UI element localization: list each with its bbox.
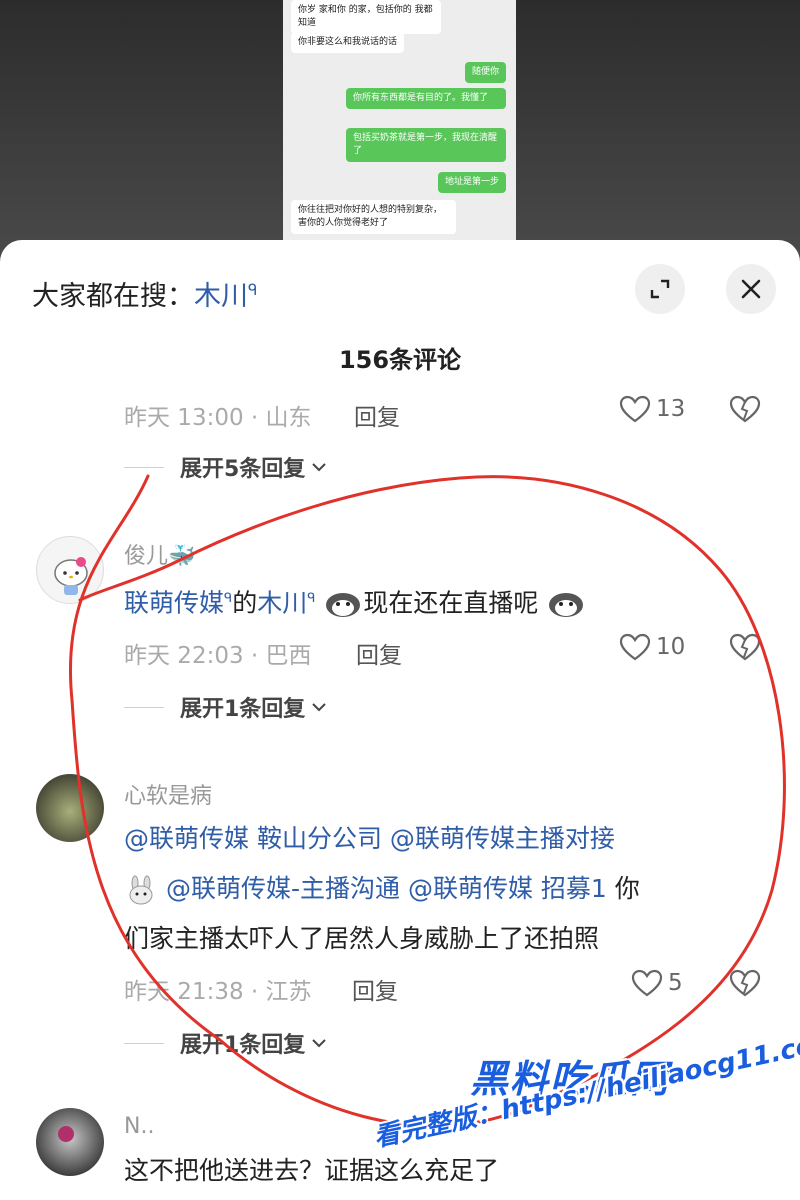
like-button[interactable]: 5 — [630, 968, 683, 998]
broken-heart-icon — [729, 633, 761, 661]
comment-line: @联萌传媒-主播沟通 @联萌传媒 招募1 你 — [124, 864, 764, 914]
rose-icon — [58, 1126, 74, 1142]
comment-text-fragment: 的 — [232, 588, 258, 618]
comment-username[interactable]: N.. — [124, 1114, 154, 1139]
comment-meta: 昨天 21:38 · 江苏 回复 5 — [124, 968, 774, 1006]
comment-time: 昨天 21:38 · 江苏 — [124, 979, 312, 1005]
close-icon — [741, 279, 761, 299]
expand-replies[interactable]: 展开1条回复 — [124, 692, 327, 722]
search-prefix: 大家都在搜： — [32, 281, 194, 312]
divider — [124, 706, 164, 708]
like-button[interactable]: 10 — [618, 632, 685, 662]
mention-link[interactable]: @联萌传媒-主播沟通 — [166, 874, 400, 903]
comment-line: @联萌传媒 鞍山分公司 @联萌传媒主播对接 — [124, 814, 764, 864]
heart-icon — [619, 633, 651, 661]
expand-replies-label: 展开1条回复 — [180, 697, 306, 722]
comment-text: 这不把他送进去？证据这么充足了 — [124, 1156, 500, 1185]
like-count: 13 — [656, 396, 686, 422]
comment-time: 昨天 13:00 · 山东 — [124, 405, 312, 431]
search-suggestion[interactable]: 大家都在搜：木川ᑫ — [32, 274, 257, 313]
avatar[interactable] — [36, 774, 104, 842]
chat-bubble: 你往往把对你好的人想的特别复杂，害你的人你觉得老好了 — [291, 200, 456, 234]
mention-link[interactable]: 联萌传媒 — [124, 588, 224, 617]
close-button[interactable] — [726, 264, 776, 314]
heart-icon — [631, 969, 663, 997]
chat-bubble: 随便你 — [464, 62, 506, 83]
chat-screenshot: 你岁 家和你 的家，包括你的 我都知道 你非要这么和我说话的话 随便你 你所有东… — [283, 0, 516, 240]
reply-button[interactable]: 回复 — [354, 398, 400, 432]
dislike-button[interactable] — [728, 632, 762, 666]
expand-icon — [650, 279, 670, 299]
reply-button[interactable]: 回复 — [356, 636, 402, 670]
broken-heart-icon — [729, 395, 761, 423]
chat-bubble: 你所有东西都是有目的了。我懂了 — [346, 88, 506, 109]
comment-username[interactable]: 心软是病 — [124, 778, 212, 810]
broken-heart-icon — [729, 969, 761, 997]
mention-link[interactable]: @联萌传媒主播对接 — [390, 824, 615, 853]
search-icon: ᑫ — [248, 281, 258, 299]
chevron-down-icon — [312, 703, 327, 712]
mention-link[interactable]: 木川 — [257, 588, 307, 617]
comment-meta: 昨天 13:00 · 山东 回复 13 — [124, 394, 774, 432]
husky-emoji-icon — [549, 593, 584, 618]
hello-kitty-avatar-icon — [54, 557, 88, 595]
heart-icon — [619, 395, 651, 423]
expand-replies[interactable]: 展开1条回复 — [124, 1028, 327, 1058]
comment-meta: 昨天 22:03 · 巴西 回复 10 — [124, 632, 774, 670]
divider — [124, 1042, 164, 1044]
chevron-down-icon — [312, 1039, 327, 1048]
search-icon: ᑫ — [307, 591, 316, 606]
comment-count: 156条评论 — [338, 346, 462, 374]
mention-link[interactable]: @联萌传媒 招募1 — [408, 874, 607, 903]
reply-button[interactable]: 回复 — [352, 972, 398, 1006]
comment-time: 昨天 22:03 · 巴西 — [124, 643, 312, 669]
like-button[interactable]: 13 — [618, 394, 685, 424]
like-count: 10 — [656, 634, 686, 660]
avatar[interactable] — [36, 536, 104, 604]
chat-bubble: 包括买奶茶就是第一步，我现在清醒了 — [346, 128, 506, 162]
expand-replies-label: 展开5条回复 — [180, 457, 306, 482]
search-icon: ᑫ — [224, 591, 233, 606]
comment-text-fragment: 现在还在直播呢 — [363, 588, 539, 618]
comment-text-fragment: 你 — [614, 874, 640, 903]
comment-line: 们家主播太吓人了居然人身威胁上了还拍照 — [124, 924, 600, 953]
expand-replies-label: 展开1条回复 — [180, 1033, 306, 1058]
dislike-button[interactable] — [728, 968, 762, 1002]
search-keyword[interactable]: 木川 — [194, 281, 248, 312]
mention-link[interactable]: @联萌传媒 鞍山分公司 — [124, 824, 382, 853]
expand-button[interactable] — [635, 264, 685, 314]
comment-text: 联萌传媒ᑫ的木川ᑫ 现在还在直播呢 — [124, 574, 764, 628]
divider — [124, 466, 164, 468]
avatar[interactable] — [36, 1108, 104, 1176]
expand-replies[interactable]: 展开5条回复 — [124, 452, 327, 482]
chat-bubble: 你非要这么和我说话的话 — [291, 32, 405, 53]
dislike-button[interactable] — [728, 394, 762, 428]
husky-emoji-icon — [326, 593, 361, 618]
chevron-down-icon — [312, 463, 327, 472]
chat-bubble: 你岁 家和你 的家，包括你的 我都知道 — [291, 0, 441, 34]
comment-text: @联萌传媒 鞍山分公司 @联萌传媒主播对接 @联萌传媒-主播沟通 @联萌传媒 招… — [124, 814, 764, 964]
video-background[interactable]: 你岁 家和你 的家，包括你的 我都知道 你非要这么和我说话的话 随便你 你所有东… — [0, 0, 800, 260]
rabbit-emoji-icon — [129, 875, 153, 905]
comment-username[interactable]: 俊儿🐳 — [124, 538, 195, 570]
like-count: 5 — [668, 970, 683, 996]
chat-bubble: 地址是第一步 — [437, 172, 506, 193]
